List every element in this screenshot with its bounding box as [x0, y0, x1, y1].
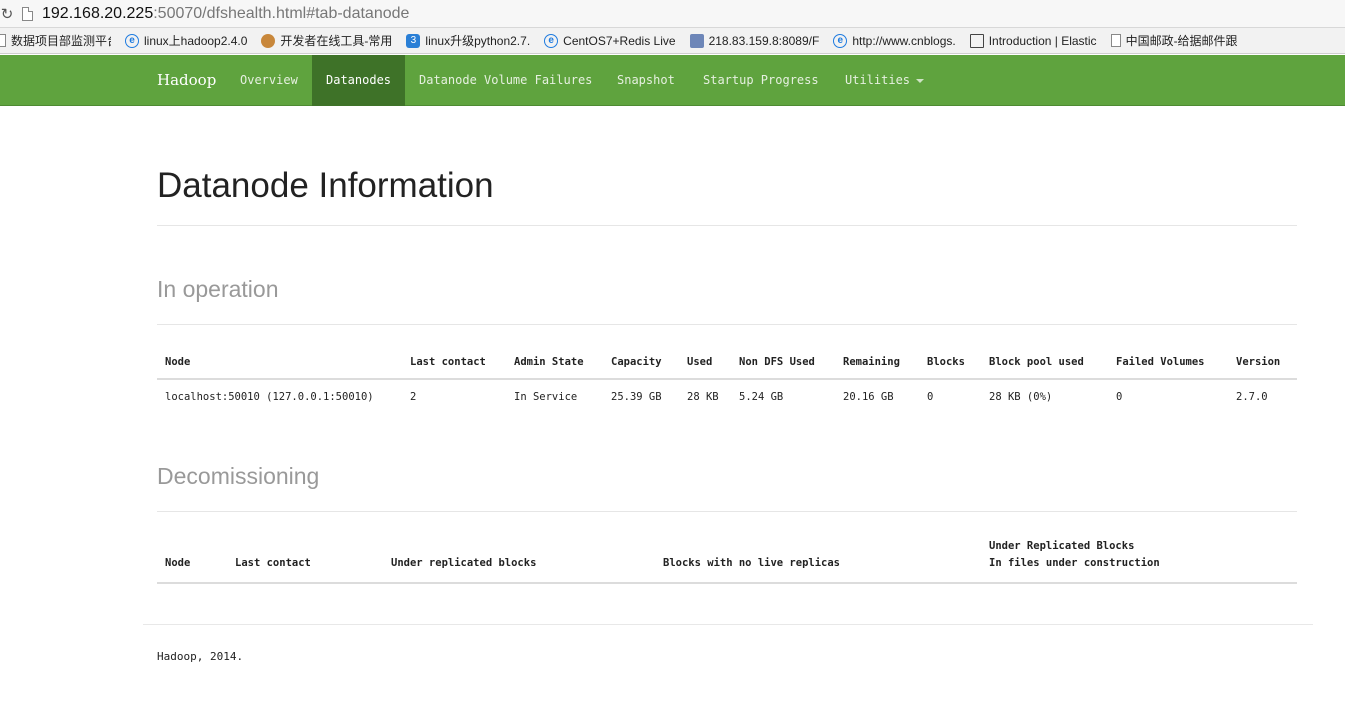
nav-tab-label: Overview	[240, 73, 298, 87]
url-host: 192.168.20.225	[42, 4, 154, 22]
column-header[interactable]: Version	[1228, 344, 1297, 380]
table-cell: 5.24 GB	[739, 390, 784, 403]
nav-tab-utilities[interactable]: Utilities	[831, 55, 938, 106]
ie-icon: e	[833, 33, 848, 48]
monkey-icon	[261, 33, 276, 48]
table-cell: In Service	[514, 390, 578, 403]
nav-tab-volume-failures[interactable]: Datanode Volume Failures	[405, 55, 606, 106]
page-icon	[1110, 34, 1121, 47]
table-cell: 2	[410, 390, 417, 403]
column-header[interactable]: Under replicated blocks	[383, 536, 655, 584]
column-header[interactable]: Remaining	[835, 344, 919, 380]
section-heading-decommissioning: Decomissioning	[157, 463, 320, 489]
bookmark-label: http://www.cnblogs.	[852, 33, 956, 48]
bookmark-label: linux升级python2.7.	[425, 34, 531, 48]
bookmark-label: 218.83.159.8:8089/F	[708, 33, 820, 48]
box-icon	[689, 33, 704, 48]
url-path: :50070/dfshealth.html#tab-datanode	[153, 4, 410, 22]
divider	[157, 225, 1297, 226]
bookmark-item[interactable]: e CentOS7+Redis Live	[544, 33, 676, 48]
page-icon	[0, 34, 6, 47]
table-header-row: Node Last contact Under replicated blocks B…	[157, 536, 1297, 584]
divider	[157, 511, 1297, 512]
bookmark-item[interactable]: 218.83.159.8:8089/F	[689, 33, 820, 48]
nav-tab-label: Startup Progress	[703, 73, 819, 87]
bookmark-item[interactable]: 开发者在线工具-常用	[261, 32, 392, 49]
nav-tab-label: Datanode Volume Failures	[419, 73, 593, 87]
bookmark-item[interactable]: 3 linux升级python2.7.	[406, 32, 530, 49]
nav-tab-label: Utilities	[845, 73, 911, 87]
divider	[157, 324, 1297, 325]
browser-address-bar: ↻ 192.168.20.225:50070/dfshealth.html#ta…	[0, 0, 1345, 28]
table-cell: 0	[927, 390, 934, 403]
section-heading-in-operation: In operation	[157, 276, 279, 302]
column-header[interactable]: Last contact	[227, 536, 383, 584]
bookmark-label: 数据项目部监测平台	[11, 34, 111, 48]
bookmark-label: linux上hadoop2.4.0	[144, 34, 248, 48]
bookmark-label: 开发者在线工具-常用	[280, 34, 393, 48]
column-header[interactable]: Blocks	[919, 344, 981, 380]
book-icon	[969, 33, 984, 48]
column-header[interactable]: Non DFS Used	[731, 344, 835, 380]
page-icon	[22, 6, 33, 21]
page-title: Datanode Information	[157, 166, 494, 205]
column-header[interactable]: Capacity	[603, 344, 679, 380]
table-cell: 20.16 GB	[843, 390, 894, 403]
ie-icon: e	[544, 33, 559, 48]
nav-tab-datanodes[interactable]: Datanodes	[312, 55, 405, 106]
bookmark-item[interactable]: 数据项目部监测平台	[0, 32, 111, 49]
nav-tab-snapshot[interactable]: Snapshot	[603, 55, 689, 106]
column-header[interactable]: Admin State	[506, 344, 603, 380]
footer-divider	[143, 624, 1313, 625]
table-cell: localhost:50010 (127.0.0.1:50010)	[165, 390, 374, 403]
column-header[interactable]: Under Replicated Blocks In files under c…	[981, 536, 1297, 584]
table-header-row: Node Last contact Admin State Capacity Used N…	[157, 344, 1297, 380]
nav-tab-label: Datanodes	[326, 73, 392, 87]
bookmarks-bar: 数据项目部监测平台 e linux上hadoop2.4.0 开发者在线工具-常用 3 li…	[0, 28, 1345, 54]
table-cell: 2.7.0	[1236, 390, 1268, 403]
chevron-down-icon	[916, 78, 925, 83]
url-field[interactable]: 192.168.20.225:50070/dfshealth.html#tab-…	[22, 2, 409, 26]
in-operation-table: Node Last contact Admin State Capacity Used N…	[157, 344, 1297, 413]
bookmark-label: 中国邮政-给据邮件跟	[1125, 34, 1238, 48]
reload-icon[interactable]: ↻	[0, 0, 14, 28]
footer-text: Hadoop, 2014.	[157, 650, 244, 663]
nav-tab-overview[interactable]: Overview	[226, 55, 312, 106]
nav-tab-label: Snapshot	[617, 73, 675, 87]
bookmark-item[interactable]: e linux上hadoop2.4.0	[125, 32, 247, 49]
bookmark-item[interactable]: Introduction | Elastic	[969, 33, 1097, 48]
table-cell: 25.39 GB	[611, 390, 662, 403]
s3-icon: 3	[406, 33, 421, 48]
bookmark-item[interactable]: 中国邮政-给据邮件跟	[1110, 32, 1238, 49]
table-cell: 28 KB	[687, 390, 719, 403]
nav-tab-startup-progress[interactable]: Startup Progress	[689, 55, 833, 106]
column-header[interactable]: Last contact	[402, 344, 506, 380]
column-header[interactable]: Block pool used	[981, 344, 1108, 380]
column-header[interactable]: Failed Volumes	[1108, 344, 1228, 380]
column-header[interactable]: Blocks with no live replicas	[655, 536, 981, 584]
top-navbar: Hadoop Overview Datanodes Datanode Volum…	[0, 55, 1345, 106]
table-cell: 0	[1116, 390, 1123, 403]
column-header[interactable]: Used	[679, 344, 731, 380]
table-row: localhost:50010 (127.0.0.1:50010) 2 In Ser…	[157, 379, 1297, 413]
bookmark-label: Introduction | Elastic	[988, 33, 1097, 48]
column-header[interactable]: Node	[157, 344, 402, 380]
bookmark-item[interactable]: e http://www.cnblogs.	[833, 33, 956, 48]
brand-link[interactable]: Hadoop	[157, 55, 216, 106]
ie-icon: e	[125, 33, 139, 48]
bookmark-label: CentOS7+Redis Live	[563, 33, 676, 48]
decommissioning-table: Node Last contact Under replicated blocks B…	[157, 536, 1297, 584]
column-header[interactable]: Node	[157, 536, 227, 584]
table-cell: 28 KB (0%)	[989, 390, 1053, 403]
